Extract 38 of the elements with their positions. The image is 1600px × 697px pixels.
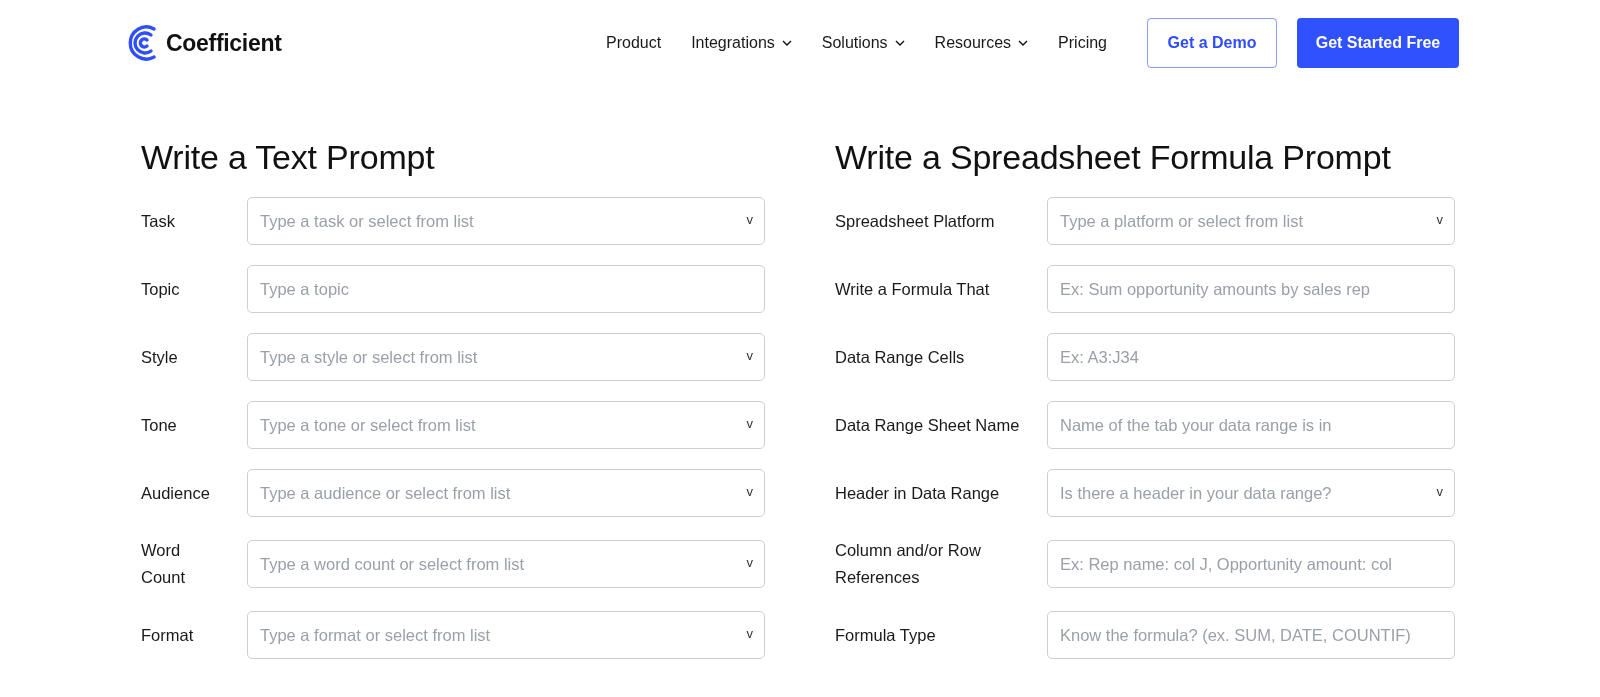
demo-button[interactable]: Get a Demo xyxy=(1147,18,1277,68)
field-label: Task xyxy=(141,210,176,232)
section-title: Write a Spreadsheet Formula Prompt xyxy=(835,138,1392,177)
input-field[interactable]: Name of the tab your data range is in xyxy=(1047,401,1455,449)
field-label: Tone xyxy=(141,414,178,436)
caret-icon: v xyxy=(1436,212,1443,227)
field-label: Word Count xyxy=(141,540,187,588)
caret-icon: v xyxy=(1436,484,1443,499)
caret-icon: v xyxy=(746,626,753,641)
field-label: Formula Type xyxy=(835,624,937,646)
input-field[interactable]: Know the formula? (ex. SUM, DATE, COUNTIF) xyxy=(1047,611,1455,659)
field-label: Topic xyxy=(141,278,181,300)
field-label: Column and/or Row References xyxy=(835,540,982,588)
field-label: Spreadsheet Platform xyxy=(835,210,996,232)
input-field[interactable]: Type a topic xyxy=(247,265,765,313)
logo-text[interactable]: Coefficient xyxy=(166,29,282,57)
field-label: Write a Formula That xyxy=(835,278,991,300)
field-label: Style xyxy=(141,346,179,368)
caret-icon: v xyxy=(746,416,753,431)
field-label: Data Range Cells xyxy=(835,346,966,368)
nav-link[interactable]: Solutions xyxy=(821,34,905,52)
get-started-button[interactable]: Get Started Free xyxy=(1297,18,1459,68)
nav-link[interactable]: Pricing xyxy=(1058,34,1107,52)
input-field[interactable]: Ex: Sum opportunity amounts by sales rep xyxy=(1047,265,1455,313)
caret-icon: v xyxy=(746,212,753,227)
nav-link[interactable]: Resources xyxy=(934,34,1029,52)
caret-icon: v xyxy=(746,555,753,570)
field-label: Data Range Sheet Name xyxy=(835,414,1021,436)
field-label: Header in Data Range xyxy=(835,482,1001,504)
field-label: Format xyxy=(141,624,195,646)
input-field[interactable]: Ex: A3:J34 xyxy=(1047,333,1455,381)
nav-link[interactable]: Product xyxy=(606,34,662,52)
field-label: Audience xyxy=(141,482,211,504)
caret-icon: v xyxy=(746,348,753,363)
nav-link[interactable]: Integrations xyxy=(691,34,792,52)
section-title: Write a Text Prompt xyxy=(141,138,436,177)
input-field[interactable]: Ex: Rep name: col J, Opportunity amount: col xyxy=(1047,540,1455,588)
caret-icon: v xyxy=(746,484,753,499)
